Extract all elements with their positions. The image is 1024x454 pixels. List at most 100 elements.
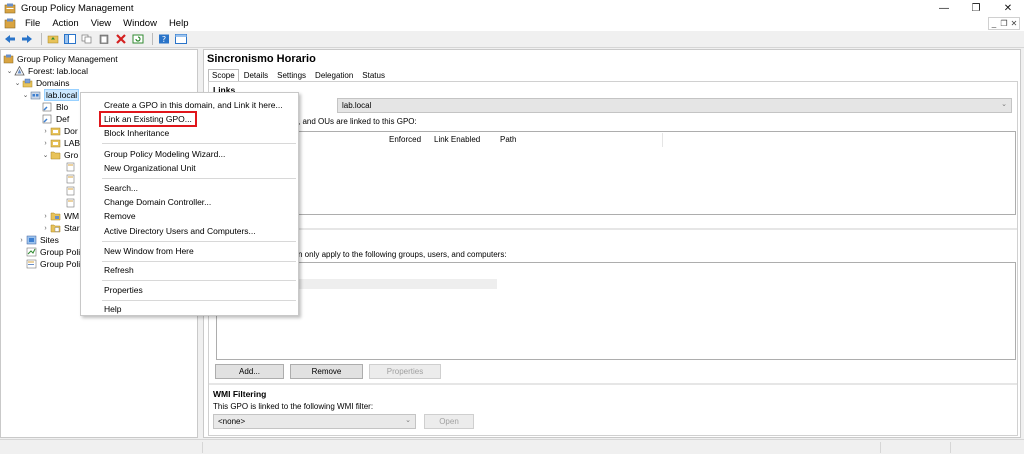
tree-item-gp-modeling[interactable]: Group Polic xyxy=(26,246,84,258)
tree-item-gpo-link-2[interactable]: Def xyxy=(42,113,69,125)
security-filtering-list[interactable] xyxy=(216,262,1016,360)
console-tree-icon xyxy=(64,34,76,44)
menu-item-block-inheritance[interactable]: Block Inheritance xyxy=(81,126,298,140)
wmi-filter-combo[interactable]: <none> ⌄ xyxy=(213,414,416,429)
close-button[interactable]: ✕ xyxy=(992,0,1024,16)
tree-item-gpo-2[interactable] xyxy=(65,173,79,185)
menu-item-link-existing-gpo[interactable]: Link an Existing GPO... xyxy=(81,111,298,127)
restore-button[interactable]: ❐ xyxy=(960,0,992,16)
tree-item-forest[interactable]: ⌄ Forest: lab.local xyxy=(5,65,88,77)
tree-item-gpo-link-1[interactable]: Blo xyxy=(42,101,68,113)
child-window-controls: _ ❐ ✕ xyxy=(988,17,1020,30)
paste-button[interactable] xyxy=(97,33,111,46)
tree-item-ou-2[interactable]: › LAB xyxy=(41,137,80,149)
gpo-icon xyxy=(66,198,75,208)
tree-item-wmi-filters[interactable]: › WM xyxy=(41,210,79,222)
menu-help[interactable]: Help xyxy=(163,18,195,29)
tree-item-gpo-3[interactable] xyxy=(65,185,79,197)
menu-item-aduc[interactable]: Active Directory Users and Computers... xyxy=(81,224,298,238)
ou-icon xyxy=(50,139,61,148)
wmi-filter-description: This GPO is linked to the following WMI … xyxy=(213,402,374,411)
column-link-enabled[interactable]: Link Enabled xyxy=(434,135,480,144)
menu-item-remove[interactable]: Remove xyxy=(81,209,298,223)
menu-item-new-window[interactable]: New Window from Here xyxy=(81,244,298,258)
help-button[interactable]: ? xyxy=(157,33,171,46)
tree-item-lab-local[interactable]: ⌄ lab.local xyxy=(21,89,80,101)
menu-view[interactable]: View xyxy=(85,18,117,29)
expand-chevron-icon[interactable]: › xyxy=(41,213,50,220)
open-wmi-filter-button[interactable]: Open xyxy=(424,414,474,429)
properties-button[interactable]: Properties xyxy=(369,364,441,379)
collapse-chevron-icon[interactable]: ⌄ xyxy=(13,79,22,87)
menu-item-create-gpo[interactable]: Create a GPO in this domain, and Link it… xyxy=(81,98,298,112)
pane-splitter[interactable] xyxy=(209,383,1017,385)
menu-separator xyxy=(102,143,296,144)
expand-chevron-icon[interactable]: › xyxy=(17,237,26,244)
menu-item-help[interactable]: Help xyxy=(81,302,298,316)
tree-item-gp-results[interactable]: Group Polic xyxy=(26,258,84,270)
menu-item-new-ou[interactable]: New Organizational Unit xyxy=(81,161,298,175)
list-item[interactable] xyxy=(292,279,497,289)
properties-view-button[interactable] xyxy=(174,33,188,46)
tree-item-sites[interactable]: › Sites xyxy=(17,234,59,246)
expand-chevron-icon[interactable]: › xyxy=(41,128,50,135)
tree-item-starter-gpos[interactable]: › Star xyxy=(41,222,79,234)
child-close-button[interactable]: ✕ xyxy=(1009,18,1019,29)
menu-window[interactable]: Window xyxy=(117,18,163,29)
gpo-icon xyxy=(66,174,75,184)
tree-item-ou-1[interactable]: › Dor xyxy=(41,125,77,137)
add-button[interactable]: Add... xyxy=(215,364,284,379)
column-enforced[interactable]: Enforced xyxy=(389,135,421,144)
tree-item-gpo-folder[interactable]: ⌄ Gro xyxy=(41,149,79,161)
forward-button[interactable] xyxy=(20,33,34,46)
menu-item-properties[interactable]: Properties xyxy=(81,283,298,297)
mmc-system-menu-icon[interactable] xyxy=(4,18,16,29)
wmi-filtering-heading: WMI Filtering xyxy=(213,389,267,399)
status-cell xyxy=(950,442,1020,453)
child-restore-button[interactable]: ❐ xyxy=(999,18,1009,29)
show-hide-tree-button[interactable] xyxy=(63,33,77,46)
tree-item-gpm-root[interactable]: Group Policy Management xyxy=(3,53,118,65)
folder-up-icon xyxy=(47,35,59,44)
security-filtering-description: n only apply to the following groups, us… xyxy=(298,250,507,259)
collapse-chevron-icon[interactable]: ⌄ xyxy=(41,151,50,159)
pane-splitter[interactable] xyxy=(209,228,1017,230)
menu-item-search[interactable]: Search... xyxy=(81,181,298,195)
refresh-icon xyxy=(132,34,144,44)
menu-separator xyxy=(102,178,296,179)
child-minimize-button[interactable]: _ xyxy=(989,18,999,29)
minimize-button[interactable]: — xyxy=(928,0,960,16)
links-description: , and OUs are linked to this GPO: xyxy=(298,117,417,126)
app-window: Group Policy Management — ❐ ✕ File Actio… xyxy=(0,0,1024,454)
gpo-title: Sincronismo Horario xyxy=(207,53,316,65)
up-folder-button[interactable] xyxy=(46,33,60,46)
wmi-filter-value: <none> xyxy=(218,417,246,426)
tree-item-gpo-1[interactable] xyxy=(65,161,79,173)
results-icon xyxy=(26,259,37,269)
expand-chevron-icon[interactable]: › xyxy=(41,140,50,147)
column-path[interactable]: Path xyxy=(500,135,516,144)
menu-file[interactable]: File xyxy=(19,18,46,29)
menu-action[interactable]: Action xyxy=(46,18,84,29)
collapse-chevron-icon[interactable]: ⌄ xyxy=(21,91,30,99)
collapse-chevron-icon[interactable]: ⌄ xyxy=(5,67,14,75)
tree-item-gpo-4[interactable] xyxy=(65,197,79,209)
gpm-app-icon xyxy=(4,3,16,13)
domain-icon xyxy=(30,91,41,100)
refresh-button[interactable] xyxy=(131,33,145,46)
dropdown-arrow-icon: ⌄ xyxy=(405,417,411,424)
delete-button[interactable] xyxy=(114,33,128,46)
back-button[interactable] xyxy=(3,33,17,46)
display-links-location-combo[interactable]: lab.local ⌄ xyxy=(337,98,1012,113)
links-list[interactable]: Enforced Link Enabled Path xyxy=(216,131,1016,215)
location-value: lab.local xyxy=(342,101,372,110)
menu-item-gp-modeling-wizard[interactable]: Group Policy Modeling Wizard... xyxy=(81,147,298,161)
menu-item-refresh[interactable]: Refresh xyxy=(81,263,298,277)
remove-button[interactable]: Remove xyxy=(290,364,363,379)
svg-text:?: ? xyxy=(162,35,166,44)
gpo-link-icon xyxy=(42,114,52,124)
menu-item-change-dc[interactable]: Change Domain Controller... xyxy=(81,195,298,209)
tree-item-domains[interactable]: ⌄ Domains xyxy=(13,77,70,89)
expand-chevron-icon[interactable]: › xyxy=(41,225,50,232)
copy-button[interactable] xyxy=(80,33,94,46)
